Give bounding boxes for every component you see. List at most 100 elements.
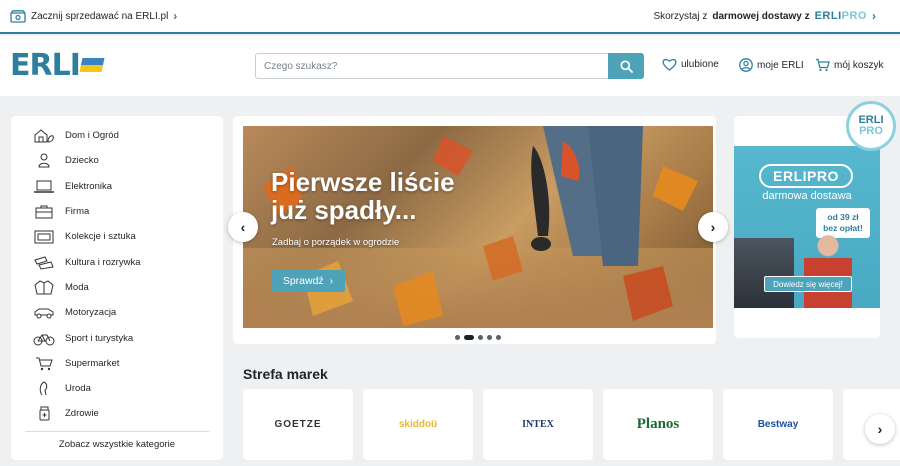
banner-cta-button[interactable]: Sprawdź › [271, 270, 345, 292]
category-label: Moda [65, 281, 89, 293]
category-list: Dom i Ogród Dziecko Elektronika Firma Ko… [11, 116, 223, 427]
category-label: Uroda [65, 383, 91, 395]
carousel-dots [455, 335, 501, 340]
delivery-bold-text: darmowej dostawy z [712, 10, 810, 22]
erli-logo[interactable]: ERLI [10, 47, 105, 83]
banner-cta-label: Sprawdź [282, 275, 324, 287]
frame-icon [33, 229, 55, 245]
promo-brand-pill: ERLI PRO [759, 164, 853, 188]
favorites-link[interactable]: ulubione [662, 58, 719, 71]
carousel-dot[interactable] [455, 335, 460, 340]
carousel-dot[interactable] [496, 335, 501, 340]
banner-title-line2: już spadły... [271, 195, 417, 225]
category-label: Elektronika [65, 180, 112, 192]
promo-learn-more-button[interactable]: Dowiedz się więcej! [764, 276, 852, 292]
start-selling-text: Zacznij sprzedawać na ERLI.pl [31, 10, 169, 22]
category-culture-entertainment[interactable]: Kultura i rozrywka [11, 249, 223, 274]
erli-pro-badge[interactable]: ERLI PRO [846, 101, 896, 151]
brand-tile[interactable]: Planos [603, 389, 713, 460]
brand-logo: Planos [636, 416, 680, 432]
leaf-image [263, 126, 698, 326]
user-icon [739, 58, 753, 72]
category-automotive[interactable]: Motoryzacja [11, 300, 223, 325]
brands-section-title: Strefa marek [243, 366, 328, 382]
delivery-prefix: Skorzystaj z [653, 10, 708, 22]
laptop-icon [33, 178, 55, 194]
ticket-icon [33, 254, 55, 270]
promo-brand-a: ERLI [773, 168, 808, 184]
search-button[interactable] [608, 53, 644, 79]
category-home-garden[interactable]: Dom i Ogród [11, 123, 223, 148]
promo-headline: darmowa dostawa [762, 190, 852, 202]
banner-title-line1: Pierwsze liście [271, 167, 455, 197]
carousel-dot-active[interactable] [464, 335, 474, 340]
cart-label: mój koszyk [834, 59, 884, 71]
bicycle-icon [33, 330, 55, 346]
logo-text: ERLI [10, 47, 81, 83]
category-sport-tourism[interactable]: Sport i turystyka [11, 325, 223, 350]
category-business[interactable]: Firma [11, 199, 223, 224]
cart-icon [816, 58, 830, 72]
promo-price-line1: od 39 zł [827, 212, 859, 222]
brand-tile[interactable]: skiddoü [363, 389, 473, 460]
banner-title: Pierwsze liście już spadły... [271, 168, 455, 224]
top-strip: Zacznij sprzedawać na ERLI.pl › Skorzyst… [0, 0, 900, 34]
chevron-right-icon: › [877, 421, 883, 437]
heart-icon [662, 58, 677, 71]
category-collections-art[interactable]: Kolekcje i sztuka [11, 224, 223, 249]
store-icon [10, 9, 26, 23]
carousel-dot[interactable] [487, 335, 492, 340]
brand-tile[interactable]: INTEX [483, 389, 593, 460]
jacket-icon [33, 279, 55, 295]
category-supermarket[interactable]: Supermarket [11, 351, 223, 376]
health-icon [33, 406, 55, 422]
free-delivery-link[interactable]: Skorzystaj z darmowej dostawy z ERLIPRO … [653, 9, 876, 23]
category-fashion[interactable]: Moda [11, 275, 223, 300]
banner-subtitle: Zadbaj o porządek w ogrodzie [272, 237, 400, 248]
search-input[interactable] [255, 53, 608, 79]
erli-pro-promo[interactable]: ERLI PRO darmowa dostawa od 39 zł bez opła… [734, 146, 880, 308]
account-link[interactable]: moje ERLI [739, 58, 804, 72]
category-health[interactable]: Zdrowie [11, 401, 223, 426]
category-label: Dom i Ogród [65, 130, 119, 142]
brand-tile[interactable]: GOETZE [243, 389, 353, 460]
person-image [804, 232, 852, 308]
see-all-categories-link[interactable]: Zobacz wszystkie kategorie [25, 431, 209, 450]
chevron-right-icon: › [329, 275, 334, 287]
chevron-left-icon: ‹ [240, 219, 246, 235]
ukraine-flag-icon [79, 58, 105, 72]
banner-prev-button[interactable]: ‹ [228, 212, 258, 242]
category-label: Firma [65, 206, 90, 218]
brands-next-button[interactable]: › [865, 414, 895, 444]
beauty-icon [33, 381, 55, 397]
chevron-right-icon: › [173, 9, 178, 23]
cart-link[interactable]: mój koszyk [815, 58, 883, 72]
brand-tile[interactable]: Bestway [723, 389, 833, 460]
chevron-right-icon: › [872, 9, 876, 23]
account-label: moje ERLI [757, 59, 804, 71]
erli-pro-logo-b: PRO [841, 10, 867, 22]
briefcase-icon [33, 204, 55, 220]
hero-banner[interactable]: Pierwsze liście już spadły... Zadbaj o po… [243, 126, 713, 328]
search-bar [255, 53, 644, 79]
category-label: Sport i turystyka [65, 332, 134, 344]
brand-logo: GOETZE [274, 419, 322, 430]
child-icon [33, 153, 55, 169]
category-label: Dziecko [65, 155, 99, 167]
carousel-dot[interactable] [478, 335, 483, 340]
category-child[interactable]: Dziecko [11, 148, 223, 173]
category-label: Zdrowie [65, 408, 99, 420]
category-beauty[interactable]: Uroda [11, 376, 223, 401]
brand-logo: skiddoü [398, 419, 438, 430]
category-label: Kultura i rozrywka [65, 256, 141, 268]
brand-logo: Bestway [757, 419, 799, 430]
brand-logo: INTEX [522, 419, 554, 430]
category-electronics[interactable]: Elektronika [11, 174, 223, 199]
category-sidebar: Dom i Ogród Dziecko Elektronika Firma Ko… [11, 116, 223, 460]
start-selling-link[interactable]: Zacznij sprzedawać na ERLI.pl › [10, 9, 177, 23]
favorites-label: ulubione [681, 59, 719, 70]
category-label: Kolekcje i sztuka [65, 231, 136, 243]
banner-next-button[interactable]: › [698, 212, 728, 242]
home-garden-icon [33, 128, 55, 144]
pro-badge-b: PRO [859, 125, 883, 137]
